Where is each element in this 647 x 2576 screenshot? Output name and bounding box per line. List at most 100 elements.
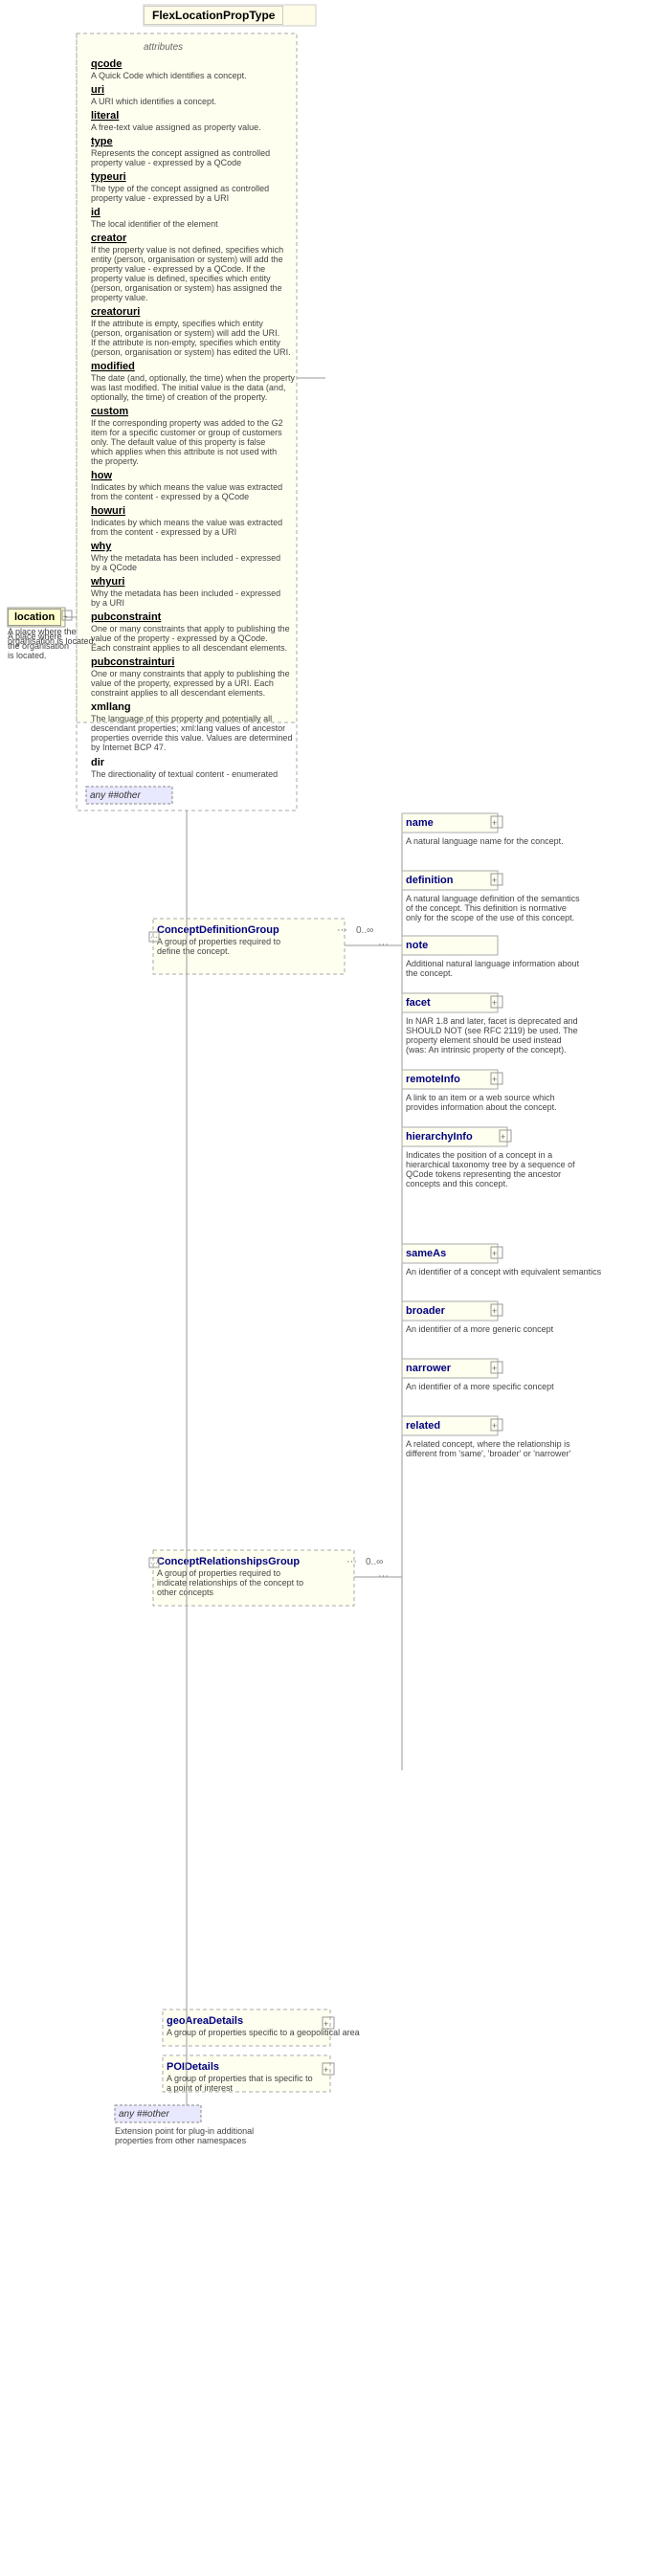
- svg-text:facet: facet: [406, 997, 431, 1009]
- svg-text:from the content - expressed b: from the content - expressed by a URI: [91, 527, 236, 537]
- svg-text:provides information about the: provides information about the concept.: [406, 1102, 557, 1112]
- svg-text:value of the property - expres: value of the property - expressed by a Q…: [91, 633, 268, 643]
- svg-text:properties override this value: properties override this value. Values a…: [91, 733, 292, 743]
- svg-text:only. The default value of thi: only. The default value of this property…: [91, 437, 265, 447]
- svg-text:SHOULD NOT (see RFC 2119) be u: SHOULD NOT (see RFC 2119) be used. The: [406, 1026, 578, 1035]
- svg-text:The date (and, optionally, the: The date (and, optionally, the time) whe…: [91, 373, 295, 383]
- svg-text:property value - expressed by: property value - expressed by a QCode. I…: [91, 264, 265, 274]
- svg-text:A related concept, where the r: A related concept, where the relationshi…: [406, 1439, 570, 1449]
- svg-text:···: ···: [337, 924, 347, 936]
- svg-text:any ##other: any ##other: [90, 790, 141, 801]
- svg-text:indicate relationships of the: indicate relationships of the concept to: [157, 1578, 303, 1588]
- svg-text:id: id: [91, 207, 100, 218]
- svg-text:+: +: [492, 1249, 497, 1258]
- svg-text:concepts and this concept.: concepts and this concept.: [406, 1179, 508, 1188]
- svg-text:attributes: attributes: [144, 42, 183, 53]
- svg-text:(was: An intrinsic property of: (was: An intrinsic property of the conce…: [406, 1045, 567, 1055]
- svg-text:The local identifier of the el: The local identifier of the element: [91, 219, 218, 229]
- svg-text:sameAs: sameAs: [406, 1248, 446, 1259]
- svg-text:definition: definition: [406, 875, 454, 886]
- svg-text:literal: literal: [91, 110, 119, 122]
- svg-text:name: name: [406, 817, 434, 829]
- svg-text:An identifier of a concept wit: An identifier of a concept with equivale…: [406, 1267, 602, 1277]
- location-box: location: [8, 609, 61, 626]
- svg-text:descendant properties; xml:lan: descendant properties; xml:lang values o…: [91, 723, 285, 733]
- svg-text:An identifier of a more generi: An identifier of a more generic concept: [406, 1324, 554, 1334]
- svg-text:If the attribute is empty, spe: If the attribute is empty, specifies whi…: [91, 319, 263, 328]
- svg-text:The language of this property: The language of this property and potent…: [91, 714, 272, 723]
- svg-text:by Internet BCP 47.: by Internet BCP 47.: [91, 743, 166, 752]
- svg-text:An identifier of a more specif: An identifier of a more specific concept: [406, 1382, 554, 1391]
- svg-text:+: +: [501, 1132, 505, 1142]
- svg-text:how: how: [91, 470, 112, 481]
- svg-text:+: +: [492, 998, 497, 1008]
- svg-text:···: ···: [378, 939, 389, 950]
- svg-text:+: +: [492, 818, 497, 828]
- svg-text:by a URI: by a URI: [91, 598, 124, 608]
- svg-text:different from 'same', 'broade: different from 'same', 'broader' or 'nar…: [406, 1449, 570, 1458]
- svg-text:Why the metadata has been incl: Why the metadata has been included - exp…: [91, 588, 280, 598]
- svg-text:One or many constraints that a: One or many constraints that apply to pu…: [91, 669, 290, 678]
- svg-text:pubconstraint: pubconstraint: [91, 611, 162, 623]
- svg-text:other concepts: other concepts: [157, 1588, 214, 1597]
- svg-text:broader: broader: [406, 1305, 446, 1317]
- svg-text:type: type: [91, 136, 113, 147]
- svg-text:property value.: property value.: [91, 293, 148, 302]
- svg-text:xmllang: xmllang: [91, 701, 131, 713]
- svg-text:Indicates the position of a co: Indicates the position of a concept in a: [406, 1150, 552, 1160]
- svg-text:howuri: howuri: [91, 505, 125, 517]
- svg-text:the concept.: the concept.: [406, 968, 453, 978]
- svg-text:of the concept. This definitio: of the concept. This definition is norma…: [406, 903, 567, 913]
- svg-text:0..∞: 0..∞: [366, 1557, 383, 1567]
- svg-text:If the property value is not d: If the property value is not defined, sp…: [91, 245, 283, 255]
- svg-text:+: +: [492, 1364, 497, 1373]
- svg-text:any ##other: any ##other: [119, 2109, 169, 2120]
- svg-text:ConceptDefinitionGroup: ConceptDefinitionGroup: [157, 924, 279, 936]
- svg-text:···: ···: [150, 933, 158, 942]
- svg-text:(person, organisation or syste: (person, organisation or system) has edi…: [91, 347, 291, 357]
- svg-text:creatoruri: creatoruri: [91, 306, 140, 318]
- svg-text:The directionality of textual: The directionality of textual content - …: [91, 769, 278, 779]
- svg-text:In NAR 1.8 and later, facet is: In NAR 1.8 and later, facet is deprecate…: [406, 1016, 578, 1026]
- svg-text:Each constraint applies to all: Each constraint applies to all descendan…: [91, 643, 287, 653]
- svg-text:+: +: [492, 1075, 497, 1084]
- svg-text:define the concept.: define the concept.: [157, 946, 230, 956]
- svg-text:A URI which identifies a conce: A URI which identifies a concept.: [91, 97, 216, 106]
- svg-text:ConceptRelationshipsGroup: ConceptRelationshipsGroup: [157, 1556, 300, 1567]
- svg-text:···: ···: [378, 1570, 389, 1582]
- svg-text:only for the scope of the use: only for the scope of the use of this co…: [406, 913, 574, 922]
- svg-text:One or many constraints that a: One or many constraints that apply to pu…: [91, 624, 290, 633]
- svg-text:(person, organisation or syste: (person, organisation or system) has ass…: [91, 283, 282, 293]
- svg-text:creator: creator: [91, 233, 127, 244]
- svg-text:why: why: [90, 541, 112, 552]
- svg-text:A group of properties that is: A group of properties that is specific t…: [167, 2074, 313, 2083]
- svg-text:a point of interest: a point of interest: [167, 2083, 234, 2093]
- svg-text:···: ···: [150, 1559, 158, 1567]
- svg-text:···: ···: [346, 1556, 357, 1567]
- svg-text:+: +: [492, 1306, 497, 1316]
- svg-text:A group of properties required: A group of properties required to: [157, 1568, 280, 1578]
- svg-text:note: note: [406, 940, 428, 951]
- svg-text:A group of properties specific: A group of properties specific to a geop…: [167, 2028, 360, 2037]
- location-desc: A place where the organisation is locate…: [8, 632, 75, 660]
- svg-text:property value - expressed by: property value - expressed by a QCode: [91, 158, 241, 167]
- svg-text:POIDetails: POIDetails: [167, 2061, 219, 2073]
- svg-text:If the attribute is non-empty,: If the attribute is non-empty, specifies…: [91, 338, 280, 347]
- svg-text:Additional natural language in: Additional natural language information …: [406, 959, 580, 968]
- svg-text:remoteInfo: remoteInfo: [406, 1074, 460, 1085]
- svg-text:qcode: qcode: [91, 58, 122, 70]
- svg-text:Represents the concept assigne: Represents the concept assigned as contr…: [91, 148, 270, 158]
- svg-text:Extension point for plug-in ad: Extension point for plug-in additional: [115, 2126, 254, 2136]
- svg-text:Indicates by which means the v: Indicates by which means the value was e…: [91, 482, 282, 492]
- svg-text:QCode tokens representing the: QCode tokens representing the ancestor: [406, 1169, 561, 1179]
- svg-text:hierarchical taxonomy tree by: hierarchical taxonomy tree by a sequence…: [406, 1160, 575, 1169]
- svg-text:pubconstrainturi: pubconstrainturi: [91, 656, 174, 668]
- svg-text:A natural language name for th: A natural language name for the concept.: [406, 836, 564, 846]
- svg-text:the property.: the property.: [91, 456, 139, 466]
- svg-text:which applies when this attrib: which applies when this attribute is not…: [90, 447, 277, 456]
- svg-text:A free-text value assigned as: A free-text value assigned as property v…: [91, 122, 261, 132]
- svg-text:+: +: [492, 1421, 497, 1431]
- svg-text:whyuri: whyuri: [90, 576, 124, 588]
- svg-text:The type of the concept assign: The type of the concept assigned as cont…: [91, 184, 269, 193]
- svg-text:dir: dir: [91, 757, 105, 768]
